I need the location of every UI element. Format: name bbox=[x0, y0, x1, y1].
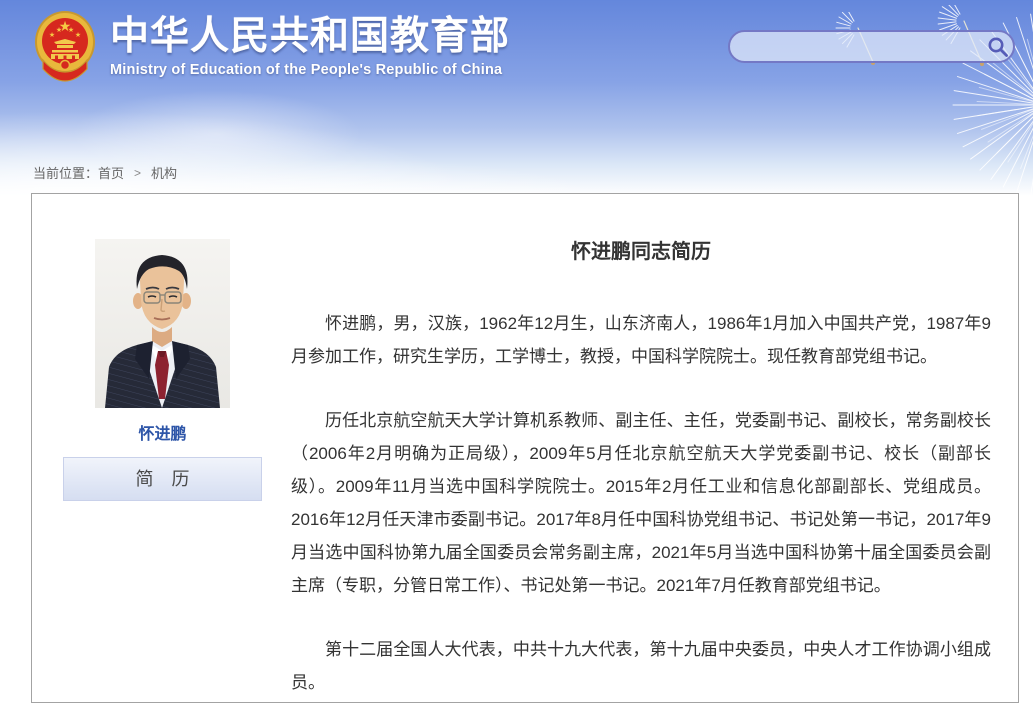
site-title-en: Ministry of Education of the People's Re… bbox=[110, 61, 503, 78]
site-title-zh: 中华人民共和国教育部 bbox=[110, 15, 511, 58]
resume-tab-button[interactable]: 简 历 bbox=[63, 457, 262, 501]
bio-paragraph: 怀进鹏，男，汉族，1962年12月生，山东济南人，1986年1月加入中国共产党，… bbox=[291, 314, 991, 366]
search-input[interactable] bbox=[730, 32, 983, 61]
portrait-photo bbox=[95, 239, 230, 408]
profile-sidebar: 怀进鹏 简 历 bbox=[32, 194, 262, 702]
breadcrumb-separator: > bbox=[134, 165, 142, 180]
svg-text:★: ★ bbox=[49, 31, 55, 39]
site-logo-titles[interactable]: 中华人民共和国教育部 Ministry of Education of the … bbox=[110, 15, 510, 78]
svg-text:★: ★ bbox=[56, 26, 62, 34]
breadcrumb: 当前位置： 首页 > 机构 bbox=[33, 163, 177, 182]
content-panel: 怀进鹏 简 历 怀进鹏同志简历 怀进鹏，男，汉族，1962年12月生，山东济南人… bbox=[31, 193, 1019, 703]
article-body: 怀进鹏，男，汉族，1962年12月生，山东济南人，1986年1月加入中国共产党，… bbox=[291, 307, 991, 699]
article-title: 怀进鹏同志简历 bbox=[571, 241, 711, 263]
breadcrumb-home-link[interactable]: 首页 bbox=[98, 163, 124, 182]
moe-profile-page: { "header": { "title_zh": "中华人民共和国教育部", … bbox=[0, 0, 1033, 720]
bio-paragraph: 第十二届全国人大代表，中共十九大代表，第十九届中央委员，中央人才工作协调小组成员… bbox=[291, 640, 991, 692]
svg-text:★: ★ bbox=[68, 26, 74, 34]
magnifier-icon bbox=[988, 37, 1008, 57]
breadcrumb-current: 机构 bbox=[151, 166, 178, 181]
search-button[interactable] bbox=[983, 32, 1013, 61]
search-bar bbox=[728, 30, 1015, 63]
person-name-link[interactable]: 怀进鹏 bbox=[63, 420, 262, 444]
article: 怀进鹏同志简历 怀进鹏，男，汉族，1962年12月生，山东济南人，1986年1月… bbox=[291, 194, 991, 702]
national-emblem-icon[interactable]: ★ ★ ★ ★ ★ bbox=[33, 8, 97, 88]
bio-paragraph: 历任北京航空航天大学计算机系教师、副主任、主任，党委副书记、副校长，常务副校长（… bbox=[291, 411, 991, 595]
svg-text:★: ★ bbox=[75, 31, 81, 39]
breadcrumb-prefix: 当前位置： bbox=[33, 166, 99, 181]
